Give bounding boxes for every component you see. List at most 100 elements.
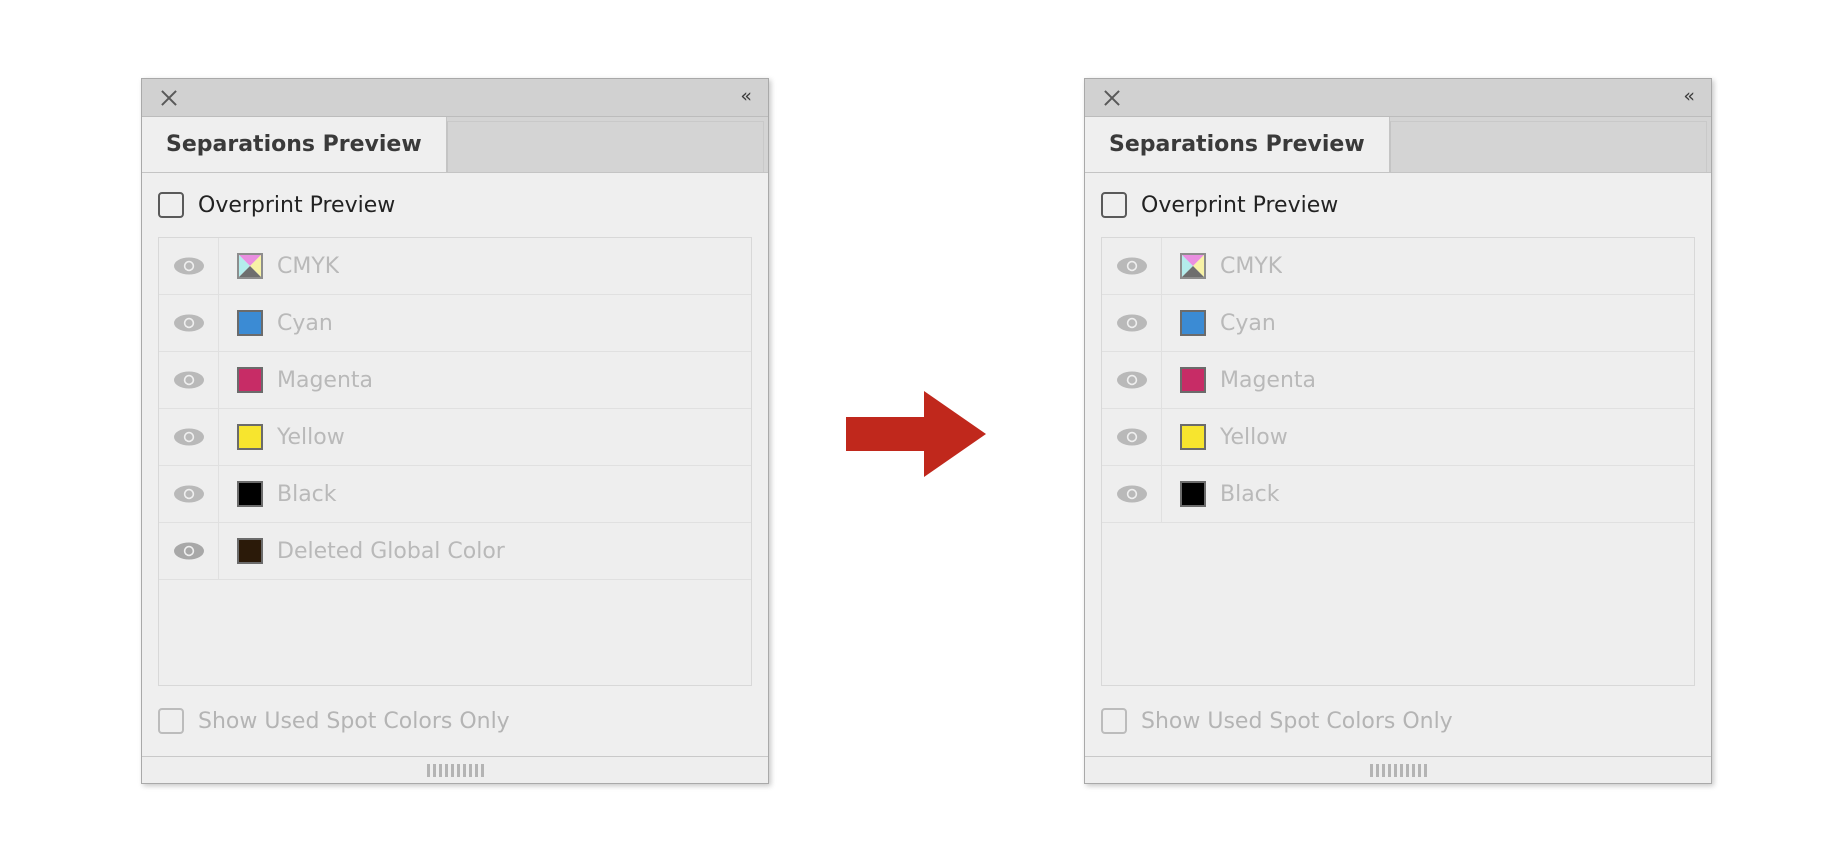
list-item[interactable]: Yellow — [1102, 409, 1694, 466]
color-swatch — [237, 538, 263, 564]
visibility-toggle[interactable] — [159, 523, 219, 579]
separation-name: Black — [1220, 481, 1280, 507]
overprint-preview-label: Overprint Preview — [1141, 192, 1339, 218]
comparison-stage: « Separations Preview Overprint Preview — [0, 0, 1828, 848]
separation-name-cell: Magenta — [1162, 367, 1694, 393]
panel-resize-grip[interactable] — [142, 756, 768, 783]
color-swatch — [1180, 367, 1206, 393]
panel-resize-grip[interactable] — [1085, 756, 1711, 783]
eye-icon — [1116, 428, 1147, 446]
eye-icon — [1116, 371, 1147, 389]
grip-icon — [426, 763, 484, 777]
separations-preview-panel-before: « Separations Preview Overprint Preview — [141, 78, 769, 784]
color-swatch — [237, 481, 263, 507]
list-item[interactable]: CMYK — [159, 238, 751, 295]
close-icon[interactable] — [158, 87, 180, 109]
list-item[interactable]: Magenta — [159, 352, 751, 409]
close-icon[interactable] — [1101, 87, 1123, 109]
tabstrip-filler — [1389, 121, 1707, 172]
list-item[interactable]: CMYK — [1102, 238, 1694, 295]
right-arrow-icon — [846, 391, 986, 477]
list-item[interactable]: Cyan — [159, 295, 751, 352]
panel-body: Overprint Preview CMYK Cyan Magenta Yell… — [1085, 173, 1711, 756]
visibility-toggle[interactable] — [159, 352, 219, 408]
separations-preview-panel-after: « Separations Preview Overprint Preview — [1084, 78, 1712, 784]
overprint-preview-row[interactable]: Overprint Preview — [1101, 173, 1695, 237]
separation-name: Black — [277, 481, 337, 507]
separation-name-cell: Cyan — [219, 310, 751, 336]
panel-tabstrip: Separations Preview — [142, 117, 768, 173]
show-used-spot-colors-row: Show Used Spot Colors Only — [158, 686, 752, 756]
separation-name-cell: Cyan — [1162, 310, 1694, 336]
grip-icon — [1369, 763, 1427, 777]
separation-name-cell: CMYK — [1162, 253, 1694, 279]
overprint-preview-checkbox[interactable] — [158, 192, 184, 218]
list-item[interactable]: Cyan — [1102, 295, 1694, 352]
separation-name-cell: Black — [1162, 481, 1694, 507]
eye-icon — [173, 428, 204, 446]
separation-name: CMYK — [277, 253, 340, 279]
color-swatch — [1180, 481, 1206, 507]
double-chevron-left-icon[interactable]: « — [1683, 86, 1695, 109]
separation-name-cell: Yellow — [219, 424, 751, 450]
tab-separations-preview[interactable]: Separations Preview — [142, 117, 447, 172]
eye-icon — [173, 314, 204, 332]
visibility-toggle[interactable] — [1102, 295, 1162, 351]
separation-name-cell: Magenta — [219, 367, 751, 393]
eye-icon — [1116, 257, 1147, 275]
tab-separations-preview[interactable]: Separations Preview — [1085, 117, 1390, 172]
eye-icon — [173, 485, 204, 503]
overprint-preview-row[interactable]: Overprint Preview — [158, 173, 752, 237]
overprint-preview-checkbox[interactable] — [1101, 192, 1127, 218]
color-swatch — [237, 310, 263, 336]
show-used-spot-colors-checkbox — [158, 708, 184, 734]
eye-icon — [173, 371, 204, 389]
visibility-toggle[interactable] — [159, 295, 219, 351]
list-item[interactable]: Magenta — [1102, 352, 1694, 409]
eye-icon — [1116, 314, 1147, 332]
tabstrip-filler — [446, 121, 764, 172]
color-swatch — [237, 424, 263, 450]
show-used-spot-colors-row: Show Used Spot Colors Only — [1101, 686, 1695, 756]
color-swatch — [1180, 310, 1206, 336]
panel-titlebar: « — [142, 79, 768, 117]
list-item[interactable]: Yellow — [159, 409, 751, 466]
tab-label: Separations Preview — [1109, 132, 1365, 157]
visibility-toggle[interactable] — [1102, 409, 1162, 465]
separation-name: CMYK — [1220, 253, 1283, 279]
cmyk-swatch-icon — [237, 253, 263, 279]
list-item[interactable]: Black — [159, 466, 751, 523]
overprint-preview-label: Overprint Preview — [198, 192, 396, 218]
eye-icon — [173, 542, 204, 560]
eye-icon — [1116, 485, 1147, 503]
visibility-toggle[interactable] — [1102, 466, 1162, 522]
visibility-toggle[interactable] — [159, 238, 219, 294]
separation-name: Magenta — [1220, 367, 1317, 393]
visibility-toggle[interactable] — [159, 466, 219, 522]
separation-name: Yellow — [277, 424, 345, 450]
separations-list[interactable]: CMYK Cyan — [158, 237, 752, 686]
separation-name-cell: Black — [219, 481, 751, 507]
separation-name: Deleted Global Color — [277, 538, 505, 564]
panel-body: Overprint Preview CMYK Cyan Magenta Yell… — [142, 173, 768, 756]
visibility-toggle[interactable] — [1102, 238, 1162, 294]
separation-name-cell: CMYK — [219, 253, 751, 279]
eye-icon — [173, 257, 204, 275]
separation-name-cell: Yellow — [1162, 424, 1694, 450]
cmyk-swatch-icon — [1180, 253, 1206, 279]
separation-name: Yellow — [1220, 424, 1288, 450]
panel-titlebar: « — [1085, 79, 1711, 117]
visibility-toggle[interactable] — [1102, 352, 1162, 408]
show-used-spot-colors-checkbox — [1101, 708, 1127, 734]
list-item[interactable]: Black — [1102, 466, 1694, 523]
separation-name-cell: Deleted Global Color — [219, 538, 751, 564]
double-chevron-left-icon[interactable]: « — [740, 86, 752, 109]
separations-list[interactable]: CMYK Cyan — [1101, 237, 1695, 686]
tab-label: Separations Preview — [166, 132, 422, 157]
list-item[interactable]: Deleted Global Color — [159, 523, 751, 580]
show-used-spot-colors-label: Show Used Spot Colors Only — [198, 708, 510, 734]
separation-name: Magenta — [277, 367, 374, 393]
visibility-toggle[interactable] — [159, 409, 219, 465]
panel-tabstrip: Separations Preview — [1085, 117, 1711, 173]
separation-name: Cyan — [1220, 310, 1276, 336]
